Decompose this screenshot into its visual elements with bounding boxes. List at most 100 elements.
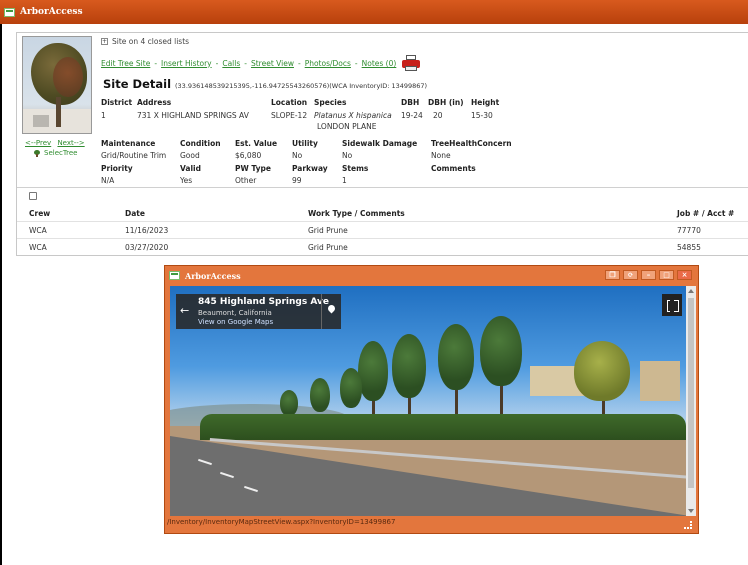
sidewalk-damage-value: No <box>342 151 353 160</box>
location-value: SLOPE-12 <box>271 111 308 120</box>
pw-type-label: PW Type <box>235 164 271 173</box>
est-value-label: Est. Value <box>235 139 278 148</box>
location-label: Location <box>271 98 308 107</box>
priority-label: Priority <box>101 164 133 173</box>
dbh-value: 19-24 <box>401 111 423 120</box>
app-title: ArborAccess <box>20 7 83 17</box>
district-value: 1 <box>101 111 106 120</box>
site-detail-panel: <--Prev Next--> SelecTree + Site on 4 cl… <box>16 32 748 256</box>
parkway-value: 99 <box>292 176 302 185</box>
table-row-job: 77770 <box>677 226 701 235</box>
table-row-crew: WCA <box>29 243 47 252</box>
row-divider <box>17 238 748 239</box>
site-detail-heading: Site Detail (33.936148539215395,-116.947… <box>103 77 427 91</box>
scroll-thumb[interactable] <box>688 298 694 488</box>
dbh-in-value: 20 <box>433 111 443 120</box>
edit-tree-site-link[interactable]: Edit Tree Site <box>101 59 150 68</box>
closed-lists-toggle[interactable]: + Site on 4 closed lists <box>101 37 189 46</box>
back-arrow-icon[interactable]: ← <box>180 304 189 317</box>
fullscreen-icon[interactable] <box>662 294 682 316</box>
est-value-value: $6,080 <box>235 151 262 160</box>
page-title: Site Detail <box>103 77 172 91</box>
scroll-down-icon[interactable] <box>688 509 694 513</box>
sidewalk-damage-label: Sidewalk Damage <box>342 139 418 148</box>
popup-titlebar[interactable]: ArborAccess ❒ ⟳ – □ × <box>165 266 698 285</box>
site-action-links: Edit Tree Site - Insert History - Calls - S… <box>101 55 421 71</box>
minimize-icon[interactable]: – <box>641 270 656 280</box>
popup-scrollbar[interactable] <box>686 286 696 516</box>
popup-window-icon <box>169 271 180 280</box>
utility-value: No <box>292 151 303 160</box>
main-titlebar: ArborAccess <box>0 0 748 24</box>
street-view-address-card: ← 845 Highland Springs Ave Beaumont, Cal… <box>176 294 341 329</box>
condition-label: Condition <box>180 139 221 148</box>
priority-value: N/A <box>101 176 115 185</box>
selectree-label: SelecTree <box>44 149 78 157</box>
pw-type-value: Other <box>235 176 257 185</box>
table-row-work-type: Grid Prune <box>308 243 348 252</box>
col-job-acct[interactable]: Job # / Acct # <box>677 209 734 218</box>
col-date[interactable]: Date <box>125 209 145 218</box>
dbh-label: DBH <box>401 98 420 107</box>
comments-label: Comments <box>431 164 476 173</box>
app-window-icon <box>4 7 15 17</box>
restore-icon[interactable]: ❒ <box>605 270 620 280</box>
calls-link[interactable]: Calls <box>222 59 240 68</box>
street-view-city: Beaumont, California <box>198 309 272 317</box>
tree-health-concern-label: TreeHealthConcern <box>431 139 512 148</box>
maximize-icon[interactable]: □ <box>659 270 674 280</box>
stems-value: 1 <box>342 176 347 185</box>
expand-plus-icon[interactable]: + <box>101 38 108 45</box>
condition-value: Good <box>180 151 200 160</box>
height-label: Height <box>471 98 500 107</box>
address-value: 731 X HIGHLAND SPRINGS AV <box>137 111 249 120</box>
prev-link[interactable]: <--Prev <box>25 139 51 147</box>
species-label: Species <box>314 98 347 107</box>
site-coords: (33.936148539215395,-116.94725543260576)… <box>175 82 428 90</box>
selectree-link[interactable]: SelecTree <box>25 149 77 157</box>
popup-title: ArborAccess <box>185 270 241 281</box>
address-label: Address <box>137 98 172 107</box>
row-divider <box>17 221 748 222</box>
refresh-icon[interactable]: ⟳ <box>623 270 638 280</box>
photos-docs-link[interactable]: Photos/Docs <box>305 59 351 68</box>
popup-window-controls: ❒ ⟳ – □ × <box>602 270 692 280</box>
table-row-date: 11/16/2023 <box>125 226 169 235</box>
valid-value: Yes <box>180 176 193 185</box>
insert-history-link[interactable]: Insert History <box>161 59 212 68</box>
notes-link[interactable]: Notes (0) <box>362 59 397 68</box>
view-on-google-maps-link[interactable]: View on Google Maps <box>198 318 273 326</box>
tree-health-concern-value: None <box>431 151 451 160</box>
street-view-image[interactable]: ← 845 Highland Springs Ave Beaumont, Cal… <box>170 286 686 516</box>
maintenance-value: Grid/Routine Trim <box>101 151 167 160</box>
valid-label: Valid <box>180 164 201 173</box>
table-row-job: 54855 <box>677 243 701 252</box>
next-link[interactable]: Next--> <box>57 139 84 147</box>
prev-next-nav: <--Prev Next--> <box>25 139 89 147</box>
scroll-up-icon[interactable] <box>688 289 694 293</box>
table-row-crew: WCA <box>29 226 47 235</box>
maintenance-label: Maintenance <box>101 139 156 148</box>
section-divider <box>17 187 748 188</box>
street-view-link[interactable]: Street View <box>251 59 294 68</box>
close-icon[interactable]: × <box>677 270 692 280</box>
parkway-label: Parkway <box>292 164 328 173</box>
street-view-address: 845 Highland Springs Ave <box>198 297 329 307</box>
closed-lists-label: Site on 4 closed lists <box>112 37 190 46</box>
col-work-type[interactable]: Work Type / Comments <box>308 209 405 218</box>
street-view-popup: ArborAccess ❒ ⟳ – □ × ← 845 Highland Spr… <box>164 265 699 534</box>
tree-photo[interactable] <box>22 36 92 134</box>
tree-icon <box>33 149 41 157</box>
printer-icon[interactable] <box>402 55 421 71</box>
table-row-date: 03/27/2020 <box>125 243 169 252</box>
resize-grip-icon[interactable] <box>684 521 692 529</box>
col-crew[interactable]: Crew <box>29 209 50 218</box>
select-all-checkbox[interactable] <box>29 192 37 200</box>
status-url: /Inventory/InventoryMapStreetView.aspx?I… <box>167 518 396 526</box>
table-row-work-type: Grid Prune <box>308 226 348 235</box>
height-value: 15-30 <box>471 111 493 120</box>
district-label: District <box>101 98 133 107</box>
stems-label: Stems <box>342 164 369 173</box>
utility-label: Utility <box>292 139 318 148</box>
map-pin-icon[interactable] <box>321 294 341 329</box>
